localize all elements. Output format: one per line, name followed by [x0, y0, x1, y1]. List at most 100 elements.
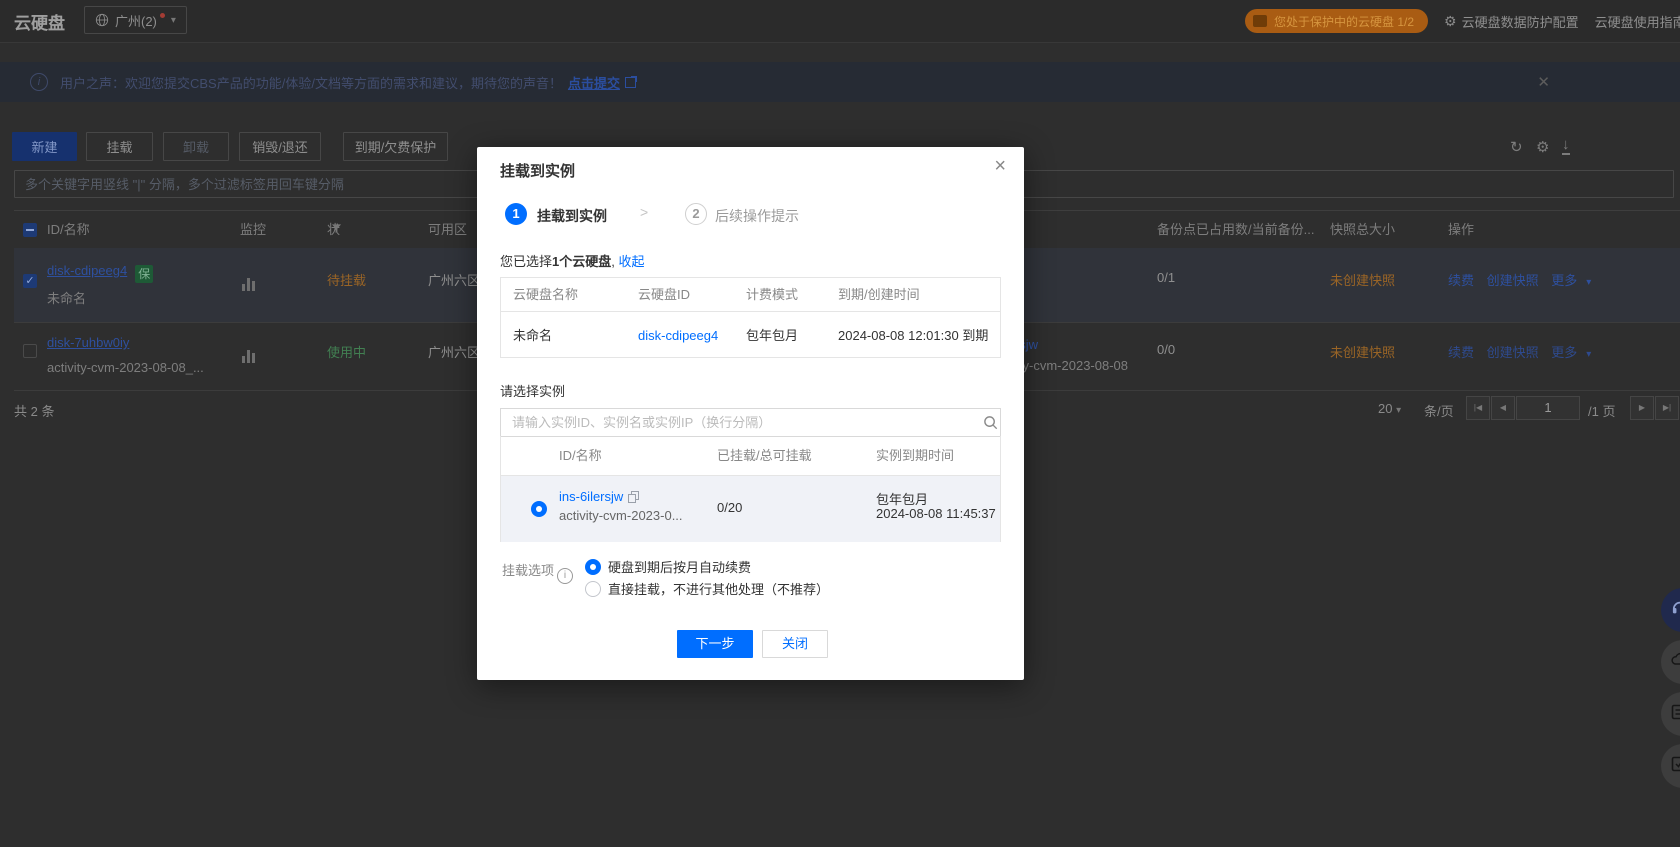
monitor-chart-icon[interactable] — [242, 350, 255, 363]
disk-table-row: 未命名 disk-cdipeeg4 包年包月 2024-08-08 12:01:… — [501, 312, 1000, 359]
download-icon[interactable]: ↓ — [1562, 138, 1570, 155]
mounted-count: 0/20 — [717, 500, 742, 515]
row-checkbox[interactable]: ✓ — [23, 272, 37, 288]
top-bar: 云硬盘 广州(2) ▾ 您处于保护中的云硬盘 1/2 ⚙ 云硬盘数据防护配置 云… — [0, 0, 1680, 43]
protected-badge: 保 — [135, 265, 153, 283]
refresh-icon[interactable]: ↻ — [1510, 138, 1523, 156]
banner-submit-link[interactable]: 点击提交 — [568, 73, 620, 92]
attach-to-instance-modal: 挂载到实例 × 1 挂载到实例 > 2 后续操作提示 您已选择1个云硬盘, 收起… — [477, 147, 1024, 680]
cloud-icon — [1671, 652, 1680, 666]
modal-close-button[interactable]: 关闭 — [762, 630, 828, 658]
instance-expire: 2024-08-08 11:45:37 — [876, 506, 996, 521]
usage-guide-link[interactable]: 云硬盘使用指南 — [1595, 12, 1680, 31]
last-page-button[interactable]: ▶| — [1655, 396, 1679, 420]
region-selector[interactable]: 广州(2) ▾ — [84, 6, 187, 34]
col-backup: 备份点已占用数/当前备份... — [1157, 211, 1314, 249]
destroy-return-button[interactable]: 销毁/退还 — [239, 132, 321, 161]
disk-name: 未命名 — [47, 288, 86, 307]
feedback-doc-button[interactable] — [1661, 692, 1680, 736]
zone-value: 广州六区 — [428, 342, 480, 361]
topbar-right: 您处于保护中的云硬盘 1/2 ⚙ 云硬盘数据防护配置 云硬盘使用指南 — [1245, 9, 1680, 33]
option-auto-renew[interactable]: 硬盘到期后按月自动续费 — [585, 557, 751, 576]
col-ops: 操作 — [1448, 211, 1474, 249]
chevron-down-icon: ▾ — [1586, 349, 1591, 360]
modal-title: 挂载到实例 — [500, 160, 575, 181]
renew-link[interactable]: 续费 — [1448, 345, 1474, 360]
disk-id-link[interactable]: disk-7uhbw0iy — [47, 335, 129, 350]
settings-icon[interactable]: ⚙ — [1536, 138, 1549, 156]
survey-button[interactable] — [1661, 744, 1680, 788]
feedback-banner: i 用户之声：欢迎您提交CBS产品的功能/体验/文档等方面的需求和建议，期待您的… — [0, 62, 1680, 102]
row-actions: 续费 创建快照 更多 ▾ — [1448, 270, 1591, 289]
support-headset-button[interactable] — [1661, 588, 1680, 632]
cloud-assistant-button[interactable] — [1661, 640, 1680, 684]
headset-icon — [1671, 600, 1680, 616]
cbs-console-screen: 云硬盘 广州(2) ▾ 您处于保护中的云硬盘 1/2 ⚙ 云硬盘数据防护配置 云… — [0, 0, 1680, 847]
renew-link[interactable]: 续费 — [1448, 273, 1474, 288]
document-icon — [1671, 704, 1680, 720]
info-icon: i — [30, 73, 48, 91]
instance-table-header: ID/名称 已挂载/总可挂载 实例到期时间 — [501, 436, 1000, 476]
data-protect-config-link[interactable]: ⚙ 云硬盘数据防护配置 — [1444, 12, 1579, 31]
col-snapshot: 快照总大小 — [1330, 211, 1395, 249]
region-alert-dot — [160, 13, 165, 18]
zone-value: 广州六区 — [428, 270, 480, 289]
row-actions: 续费 创建快照 更多 ▾ — [1448, 342, 1591, 361]
prev-page-button[interactable]: ◀ — [1491, 396, 1515, 420]
more-link[interactable]: 更多 — [1551, 345, 1577, 360]
modal-close-icon[interactable]: × — [994, 155, 1006, 178]
total-count: 共 2 条 — [14, 401, 54, 420]
row-checkbox[interactable] — [23, 344, 37, 361]
more-link[interactable]: 更多 — [1551, 273, 1577, 288]
disk-id-link: disk-cdipeeg4 — [638, 312, 718, 359]
page-title: 云硬盘 — [14, 9, 65, 34]
radio-selected-icon[interactable] — [585, 559, 601, 575]
disk-id-link[interactable]: disk-cdipeeg4 — [47, 263, 127, 278]
collapse-link[interactable]: 收起 — [618, 254, 644, 269]
instance-search-input[interactable] — [500, 408, 1001, 437]
next-step-button[interactable]: 下一步 — [677, 630, 753, 658]
banner-close-icon[interactable]: ✕ — [1537, 73, 1550, 91]
next-page-button[interactable]: ▶ — [1630, 396, 1654, 420]
attach-options-label: 挂载选项i — [502, 560, 573, 584]
create-snapshot-link[interactable]: 创建快照 — [1487, 273, 1539, 288]
chevron-down-icon: ▾ — [1586, 277, 1591, 288]
detach-button: 卸载 — [163, 132, 229, 161]
instance-radio[interactable] — [531, 501, 547, 520]
filter-icon[interactable] — [331, 211, 342, 249]
col-id-name: ID/名称 — [47, 211, 90, 249]
step-arrow-icon: > — [640, 204, 648, 220]
protected-disks-badge[interactable]: 您处于保护中的云硬盘 1/2 — [1245, 9, 1428, 33]
step-2-label: 后续操作提示 — [715, 206, 799, 226]
disk-name: 未命名 — [513, 312, 552, 359]
option-direct-attach[interactable]: 直接挂载，不进行其他处理（不推荐） — [585, 579, 829, 598]
instance-table: ID/名称 已挂载/总可挂载 实例到期时间 ins-6ilersjw activ… — [500, 436, 1001, 542]
step-1-label: 挂载到实例 — [537, 206, 607, 226]
current-page-input[interactable]: 1 — [1516, 396, 1580, 420]
info-icon[interactable]: i — [557, 568, 573, 584]
status-badge: 待挂载 — [327, 270, 366, 289]
backup-value: 0/1 — [1157, 270, 1175, 285]
disk-name: activity-cvm-2023-08-08_... — [47, 360, 204, 375]
col-zone: 可用区 — [428, 211, 467, 249]
selected-disk-summary: 您已选择1个云硬盘, 收起 — [500, 251, 645, 270]
radio-unselected-icon[interactable] — [585, 581, 601, 597]
instance-id-link[interactable]: ins-6ilersjw — [559, 489, 623, 504]
form-icon — [1671, 756, 1680, 772]
col-monitor: 监控 — [240, 211, 266, 249]
attach-button[interactable]: 挂载 — [86, 132, 153, 161]
select-instance-label: 请选择实例 — [500, 381, 565, 400]
backup-value: 0/0 — [1157, 342, 1175, 357]
monitor-chart-icon[interactable] — [242, 278, 255, 291]
copy-icon[interactable] — [628, 491, 639, 503]
search-icon[interactable] — [983, 415, 998, 433]
instance-row[interactable]: ins-6ilersjw activity-cvm-2023-0... 0/20… — [501, 476, 1000, 542]
globe-icon — [95, 13, 109, 27]
create-snapshot-link[interactable]: 创建快照 — [1487, 345, 1539, 360]
step-1-circle: 1 — [505, 203, 527, 225]
create-disk-button[interactable]: 新建 — [12, 132, 77, 161]
shield-disk-icon — [1253, 15, 1267, 27]
expire-protect-button[interactable]: 到期/欠费保护 — [343, 132, 448, 161]
first-page-button[interactable]: |◀ — [1466, 396, 1490, 420]
page-size-select[interactable]: 20 ▾ — [1378, 401, 1401, 416]
